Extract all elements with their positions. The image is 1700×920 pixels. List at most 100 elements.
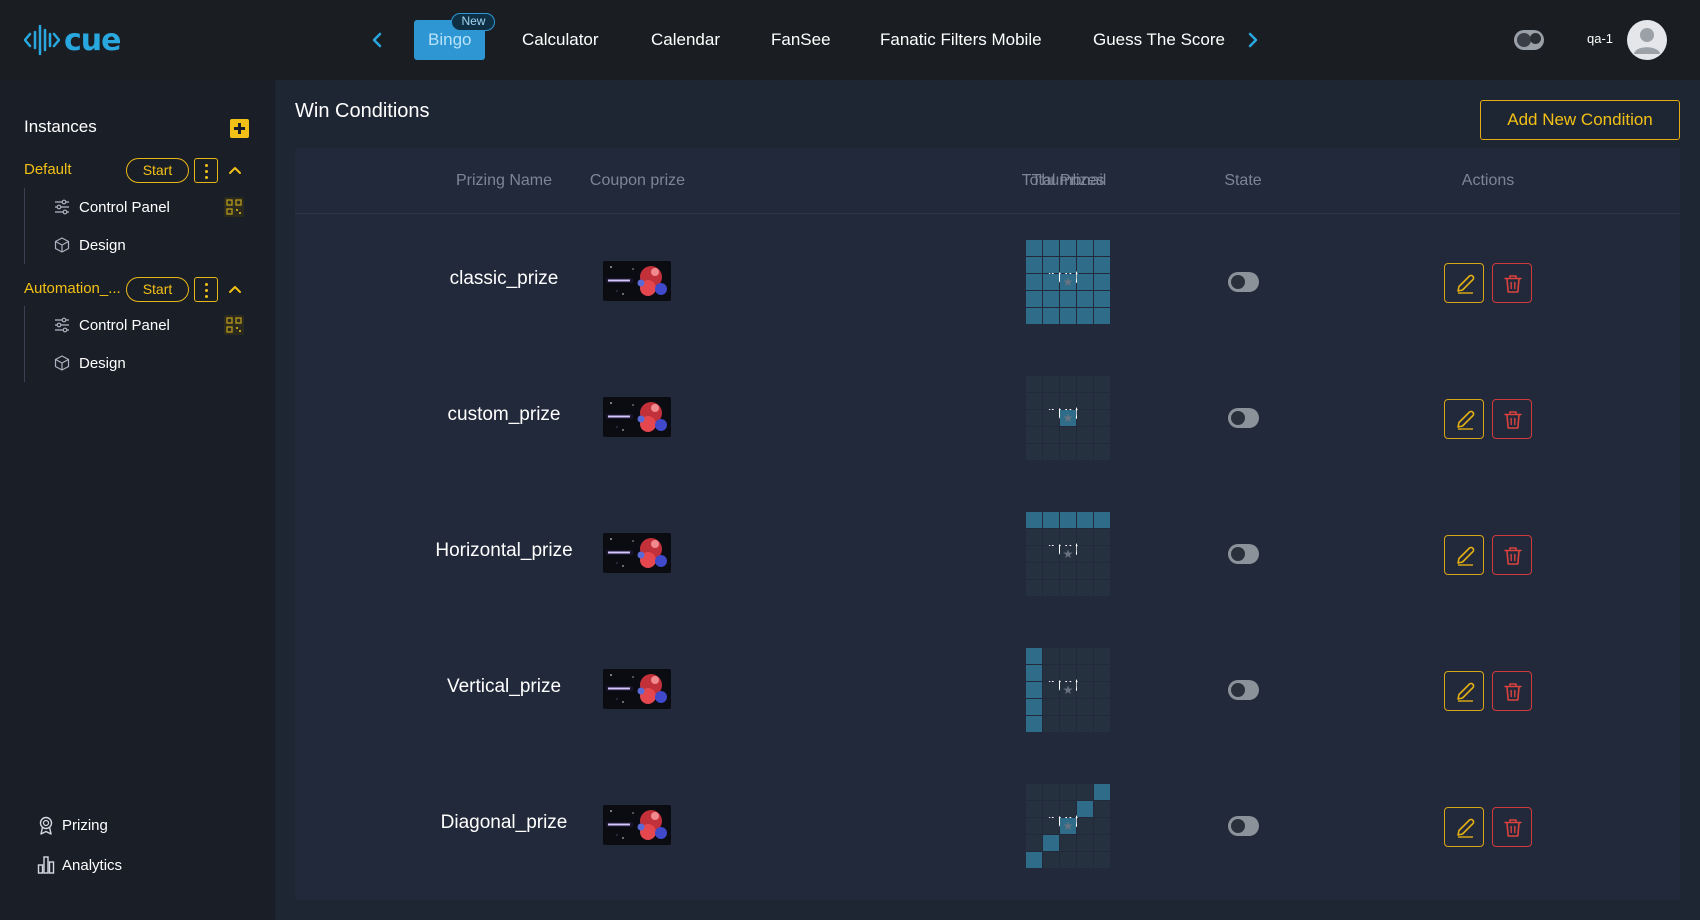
bingo-cell [1026,665,1042,681]
sidebar-item-design[interactable]: Design [25,344,250,382]
edit-button[interactable] [1444,671,1484,711]
bingo-cell [1094,563,1110,579]
sidebar-item-analytics[interactable]: Analytics [36,855,122,875]
bingo-cell [1094,393,1110,409]
bingo-cell [1026,444,1042,460]
sidebar-item-label: Design [79,354,126,372]
cue-logo[interactable]: cue [24,20,121,60]
bingo-cell [1043,716,1059,732]
state-toggle[interactable] [1228,544,1259,564]
bingo-cell [1060,376,1076,392]
tabs-scroll-left-button[interactable] [365,28,389,52]
instance-name[interactable]: Automation_... [24,280,121,297]
bingo-cell [1060,427,1076,443]
delete-button[interactable] [1492,263,1532,303]
bingo-cell [1026,580,1042,596]
bingo-cell [1026,835,1042,851]
bingo-cell [1077,512,1093,528]
qr-code-button[interactable] [224,315,244,335]
state-toggle[interactable] [1228,816,1259,836]
qr-code-icon [226,199,242,215]
tab-fanatic-filters-mobile[interactable]: Fanatic Filters Mobile [880,20,1042,60]
bingo-cell [1077,410,1093,426]
edit-button[interactable] [1444,399,1484,439]
bingo-cell [1060,699,1076,715]
start-button[interactable]: Start [126,158,189,183]
bar-chart-icon [37,856,55,874]
add-new-condition-button[interactable]: Add New Condition [1480,100,1680,140]
tab-bingo[interactable]: Bingo New [414,13,496,60]
win-conditions-table: Prizing Name Coupon prize Total Prizes T… [295,148,1680,900]
avatar[interactable] [1627,20,1667,60]
instance-name[interactable]: Default [24,161,72,178]
bingo-cell [1094,716,1110,732]
bingo-cell [1060,393,1076,409]
dark-mode-toggle[interactable] [1514,30,1544,50]
qr-code-button[interactable] [224,197,244,217]
bingo-cell [1043,563,1059,579]
bingo-cell [1077,682,1093,698]
column-header-coupon-prize: Coupon prize [589,172,686,189]
trash-icon [1504,683,1522,701]
sidebar-item-control-panel[interactable]: Control Panel [25,188,250,226]
bingo-cell [1077,529,1093,545]
delete-button[interactable] [1492,535,1532,575]
instance-row-automation: Automation_... Start [24,275,250,303]
start-button[interactable]: Start [126,277,189,302]
state-toggle[interactable] [1228,680,1259,700]
instance-menu-button[interactable] [194,277,218,302]
edit-button[interactable] [1444,535,1484,575]
bingo-cell [1043,427,1059,443]
sliders-icon [55,317,69,333]
bingo-cell [1094,784,1110,800]
tab-guess-the-score[interactable]: Guess The Score [1093,20,1225,60]
trash-icon [1504,275,1522,293]
bingo-cell [1043,410,1059,426]
instance-menu-button[interactable] [194,158,218,183]
user-name: qa-1 [1587,31,1614,46]
state-toggle[interactable] [1228,408,1259,428]
bingo-cell [1043,818,1059,834]
bingo-cell [1026,512,1042,528]
delete-button[interactable] [1492,399,1532,439]
sidebar-item-prizing[interactable]: Prizing [36,815,108,835]
bingo-cell [1043,512,1059,528]
coupon-prize-image [603,397,671,437]
bingo-cell [1094,257,1110,273]
bingo-cell [1026,818,1042,834]
pencil-icon [1457,274,1475,294]
user-icon [1634,28,1660,54]
bingo-cell [1094,852,1110,868]
tabs-scroll-right-button[interactable] [1241,28,1265,52]
bingo-cell [1026,410,1042,426]
state-toggle[interactable] [1228,272,1259,292]
toggle-knob [1517,33,1531,47]
bingo-cell [1026,563,1042,579]
sidebar: Instances Default Start Control Panel De… [0,80,275,920]
bingo-cell [1077,801,1093,817]
bingo-cell [1077,784,1093,800]
sidebar-item-control-panel[interactable]: Control Panel [25,306,250,344]
instance-row-default: Default Start [24,156,250,184]
new-badge: New [451,13,496,31]
bingo-cell [1077,393,1093,409]
edit-button[interactable] [1444,807,1484,847]
bingo-cell [1043,580,1059,596]
chevron-up-icon[interactable] [227,281,243,297]
sidebar-item-label: Control Panel [79,316,170,334]
tab-calculator[interactable]: Calculator [522,20,599,60]
bingo-cell [1094,291,1110,307]
chevron-up-icon[interactable] [227,162,243,178]
bingo-cell [1077,291,1093,307]
edit-button[interactable] [1444,263,1484,303]
pencil-icon [1457,410,1475,430]
tab-fansee[interactable]: FanSee [771,20,831,60]
bingo-cell [1094,308,1110,324]
bingo-cell [1060,546,1076,562]
sidebar-item-design[interactable]: Design [25,226,250,264]
add-instance-button[interactable] [230,119,249,138]
tab-calendar[interactable]: Calendar [651,20,720,60]
bingo-cell [1077,699,1093,715]
delete-button[interactable] [1492,671,1532,711]
delete-button[interactable] [1492,807,1532,847]
